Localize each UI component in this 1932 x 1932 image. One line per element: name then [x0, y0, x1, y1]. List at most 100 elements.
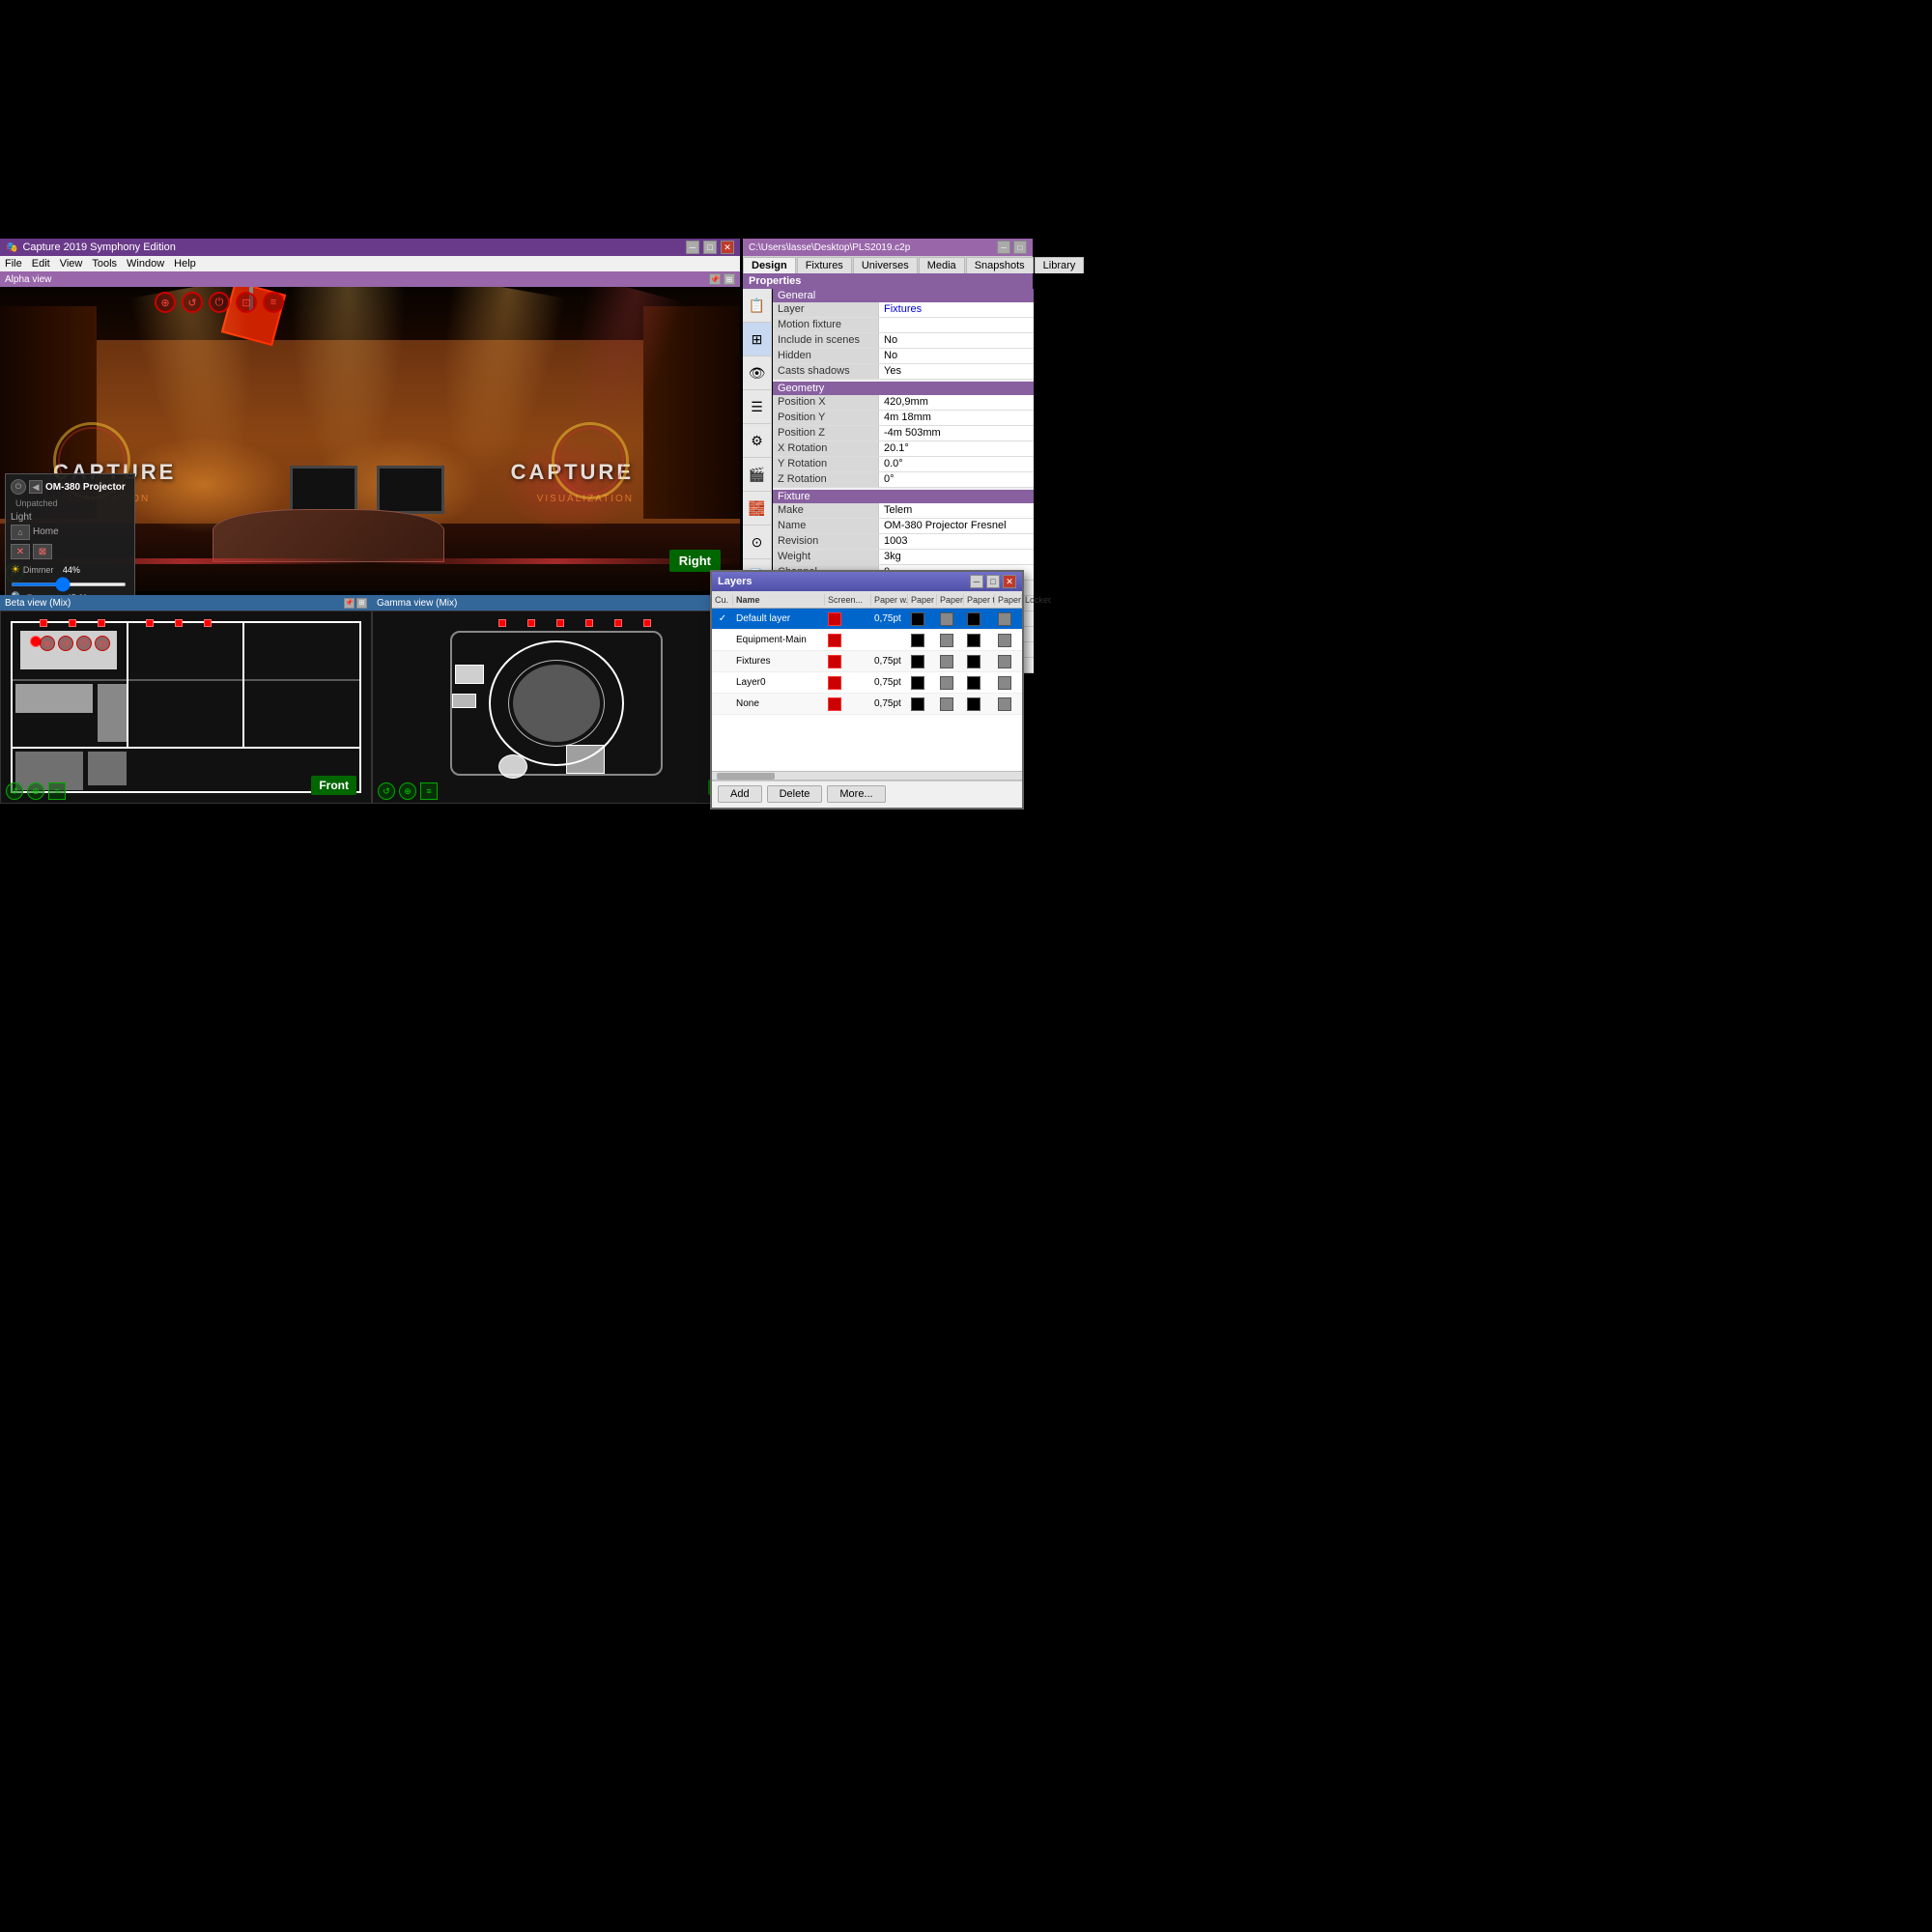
- tab-snapshots[interactable]: Snapshots: [966, 257, 1034, 273]
- rp-minimize[interactable]: ─: [997, 241, 1010, 254]
- rp-maximize[interactable]: □: [1013, 241, 1027, 254]
- layers-hscrollbar[interactable]: [712, 771, 1022, 781]
- file-path: C:\Users\lasse\Desktop\PLS2019.c2p: [749, 242, 910, 253]
- layers-footer: Add Delete More...: [712, 781, 1022, 807]
- sidebar-item-layers[interactable]: ☰: [743, 390, 772, 424]
- close-button[interactable]: ✕: [721, 241, 734, 254]
- beta-ctrl-2[interactable]: ↺: [58, 636, 73, 651]
- layers-add-button[interactable]: Add: [718, 785, 762, 803]
- fixture-section-header: Fixture: [773, 490, 1034, 503]
- sidebar-item-materials[interactable]: 🧱: [743, 492, 772, 526]
- prop-value-include: No: [879, 333, 1034, 348]
- prop-label-roty: Y Rotation: [773, 457, 879, 471]
- gamma-viewport[interactable]: Γ ↺ ⊕ ≡: [372, 611, 741, 804]
- right-panel-titlebar: C:\Users\lasse\Desktop\PLS2019.c2p ─ □: [743, 239, 1033, 256]
- menu-edit[interactable]: Edit: [32, 258, 50, 270]
- beta-ctrl-3[interactable]: ⏻: [76, 636, 92, 651]
- layer-row-fixtures[interactable]: Fixtures 0,75pt Normal: [712, 651, 1022, 672]
- sidebar-item-project[interactable]: 📋: [743, 289, 772, 323]
- beta-pin-button[interactable]: 📌: [344, 598, 355, 609]
- x-button-1[interactable]: ✕: [11, 544, 30, 559]
- col-locked: Locked: [1022, 594, 1051, 606]
- menu-tools[interactable]: Tools: [92, 258, 117, 270]
- menu-help[interactable]: Help: [174, 258, 196, 270]
- project-icon: 📋: [749, 298, 765, 314]
- beta-expand-button[interactable]: ⊞: [356, 598, 367, 609]
- layers-title: Layers: [718, 576, 752, 587]
- prop-value-motion: [879, 318, 1034, 332]
- layers-close-button[interactable]: ✕: [1003, 575, 1016, 588]
- dimmer-value: 44%: [63, 565, 87, 575]
- layer-row-equipment[interactable]: Equipment-Main Normal: [712, 630, 1022, 651]
- maximize-button[interactable]: □: [703, 241, 717, 254]
- alpha-pin-button[interactable]: 📌: [709, 273, 721, 285]
- beta-green-icon-1[interactable]: ↺: [6, 782, 23, 800]
- beta-green-icon-2[interactable]: ⊕: [27, 782, 44, 800]
- tab-library[interactable]: Library: [1035, 257, 1085, 273]
- sidebar-item-gobos[interactable]: ⊙: [743, 526, 772, 559]
- prop-value-make: Telem: [879, 503, 1034, 518]
- gamma-green-icon-3[interactable]: ≡: [420, 782, 438, 800]
- sidebar-item-views[interactable]: 👁: [743, 356, 772, 390]
- alpha-lighting-icons: ⊕ ↺ ⏻ ⊡ ≡: [155, 292, 284, 313]
- minimize-button[interactable]: ─: [686, 241, 699, 254]
- tab-fixtures[interactable]: Fixtures: [797, 257, 852, 273]
- beta-marker-4: [146, 619, 154, 627]
- layers-restore-button[interactable]: □: [986, 575, 1000, 588]
- tab-universes[interactable]: Universes: [853, 257, 918, 273]
- beta-green-icon-3[interactable]: ≡: [48, 782, 66, 800]
- col-paperp: Paper p...: [995, 594, 1022, 606]
- beta-ctrl-1[interactable]: ⊕: [40, 636, 55, 651]
- gamma-marker-4: [585, 619, 593, 627]
- light-icon-2[interactable]: ↺: [182, 292, 203, 313]
- dimmer-slider[interactable]: [11, 582, 127, 586]
- nav-left-button[interactable]: ◀: [29, 480, 43, 494]
- dimmer-label: Dimmer: [23, 565, 60, 575]
- layer-row-none[interactable]: None 0,75pt Normal: [712, 694, 1022, 715]
- sidebar-item-scenes[interactable]: 🎬: [743, 458, 772, 492]
- light-icon-1[interactable]: ⊕: [155, 292, 176, 313]
- tab-media[interactable]: Media: [919, 257, 965, 273]
- prop-value-posy: 4m 18mm: [879, 411, 1034, 425]
- prop-label-name: Name: [773, 519, 879, 533]
- light-icon-4[interactable]: ⊡: [236, 292, 257, 313]
- menu-file[interactable]: File: [5, 258, 22, 270]
- home-button[interactable]: ⌂: [11, 525, 30, 540]
- prop-label-rotx: X Rotation: [773, 441, 879, 456]
- beta-marker-3: [98, 619, 105, 627]
- layer-row-layer0[interactable]: Layer0 0,75pt Normal: [712, 672, 1022, 694]
- alpha-viewport-label: Alpha view 📌 ⊞: [0, 271, 740, 287]
- layers-delete-button[interactable]: Delete: [767, 785, 823, 803]
- alpha-expand-button[interactable]: ⊞: [724, 273, 735, 285]
- light-icon-3[interactable]: ⏻: [209, 292, 230, 313]
- prop-label-make: Make: [773, 503, 879, 518]
- tab-design[interactable]: Design: [743, 257, 796, 273]
- gamma-green-icon-1[interactable]: ↺: [378, 782, 395, 800]
- layer-paperw-none: 0,75pt: [871, 697, 908, 710]
- layer-row-default[interactable]: ✓ Default layer 0,75pt Normal: [712, 609, 1022, 630]
- gamma-marker-2: [527, 619, 535, 627]
- prop-row-motion: Motion fixture: [773, 318, 1034, 333]
- views-icon: 👁: [749, 365, 766, 382]
- layers-icon: ☰: [751, 399, 763, 415]
- gamma-green-icon-2[interactable]: ⊕: [399, 782, 416, 800]
- light-icon-5[interactable]: ≡: [263, 292, 284, 313]
- x-button-2[interactable]: ⊠: [33, 544, 52, 559]
- layers-minimize-button[interactable]: ─: [970, 575, 983, 588]
- beta-marker-1: [40, 619, 47, 627]
- layer-name-equipment: Equipment-Main: [733, 634, 825, 646]
- prop-row-roty: Y Rotation 0.0°: [773, 457, 1034, 472]
- app-title: Capture 2019 Symphony Edition: [22, 242, 175, 253]
- layer-name-default: Default layer: [733, 612, 825, 625]
- gamma-viewport-bar: Gamma view (Mix) 📌 ⊞: [372, 595, 741, 611]
- sidebar-item-filters[interactable]: ⚙: [743, 424, 772, 458]
- general-section-header: General: [773, 289, 1034, 302]
- menu-view[interactable]: View: [60, 258, 83, 270]
- beta-viewport[interactable]: ⊕ ↺ ⏻ ⊡ Front ↺ ⊕ ≡: [0, 611, 372, 804]
- prop-row-weight: Weight 3kg: [773, 550, 1034, 565]
- beta-ctrl-4[interactable]: ⊡: [95, 636, 110, 651]
- menu-window[interactable]: Window: [127, 258, 164, 270]
- power-button[interactable]: ⏻: [11, 479, 26, 495]
- sidebar-item-selected[interactable]: ⊞: [743, 323, 772, 356]
- layers-more-button[interactable]: More...: [827, 785, 885, 803]
